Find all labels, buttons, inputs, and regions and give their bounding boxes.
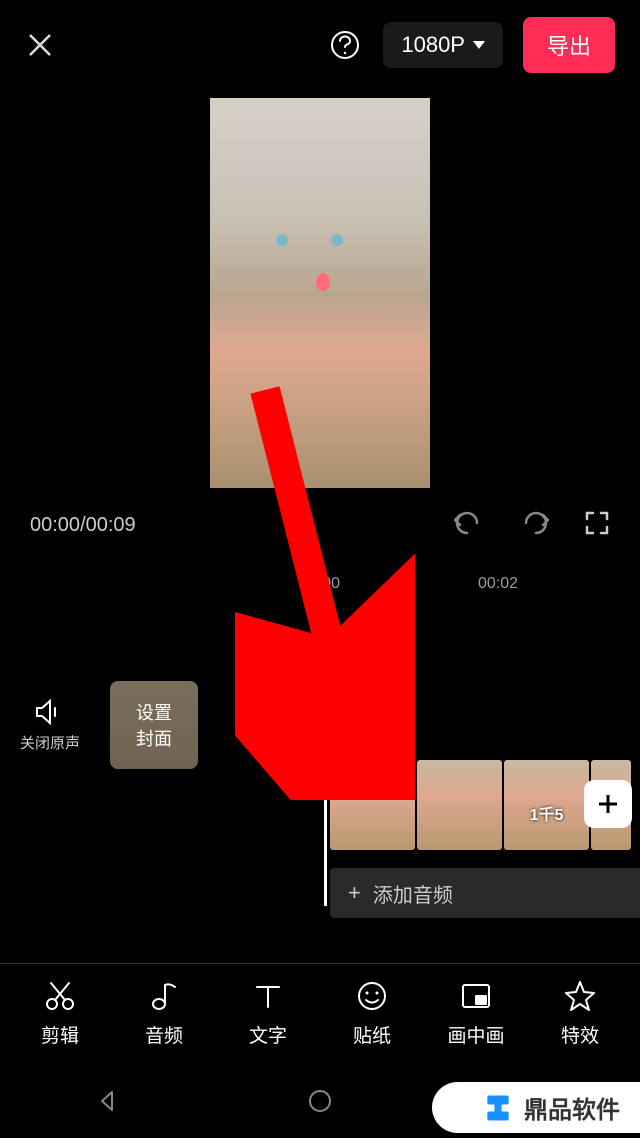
play-button[interactable] — [281, 509, 309, 542]
clip-thumbnail[interactable]: 1千5 — [504, 760, 589, 850]
watermark-logo-icon — [482, 1092, 514, 1124]
bottom-toolbar: 剪辑 音频 文字 贴纸 画中画 特效 — [0, 963, 640, 1063]
clip-text-overlay: 1千5 — [504, 801, 589, 825]
fullscreen-button[interactable] — [584, 510, 610, 541]
time-display: 00:00/00:09 — [30, 514, 136, 537]
cover-button[interactable]: 设置 封面 — [110, 681, 198, 769]
tool-cut[interactable]: 剪辑 — [15, 979, 105, 1048]
video-preview[interactable] — [210, 98, 430, 488]
tool-sticker[interactable]: 贴纸 — [327, 979, 417, 1048]
tool-audio[interactable]: 音频 — [119, 979, 209, 1048]
mute-label: 关闭原声 — [20, 732, 80, 753]
undo-button[interactable] — [454, 510, 484, 541]
tool-text[interactable]: 文字 — [223, 979, 313, 1048]
timeline-ruler[interactable]: 00:00 00:02 — [0, 570, 640, 600]
tool-pip[interactable]: 画中画 — [431, 979, 521, 1048]
add-audio-label: 添加音频 — [373, 879, 453, 908]
export-button[interactable]: 导出 — [523, 17, 615, 73]
ruler-mark: 00:00 — [300, 575, 340, 593]
watermark: 鼎品软件 — [432, 1082, 640, 1133]
redo-button[interactable] — [519, 510, 549, 541]
clip-thumbnail[interactable] — [417, 760, 502, 850]
mute-icon[interactable] — [34, 698, 66, 726]
add-audio-track[interactable]: + 添加音频 — [330, 868, 640, 918]
resolution-label: 1080P — [401, 32, 465, 58]
playhead[interactable] — [324, 656, 327, 906]
ruler-mark: 00:02 — [478, 575, 518, 593]
resolution-select[interactable]: 1080P — [383, 22, 503, 68]
preview-area — [0, 90, 640, 490]
clip-thumbnail[interactable] — [330, 760, 415, 850]
nav-home[interactable] — [300, 1081, 340, 1121]
tool-effect[interactable]: 特效 — [535, 979, 625, 1048]
add-clip-button[interactable] — [584, 780, 632, 828]
close-button[interactable] — [25, 30, 55, 60]
nav-back[interactable] — [87, 1081, 127, 1121]
help-button[interactable] — [327, 27, 363, 63]
caret-down-icon — [473, 41, 485, 49]
timeline[interactable]: 关闭原声 设置 封面 1千5 + 添加音频 — [0, 680, 640, 1010]
plus-icon: + — [348, 880, 361, 906]
